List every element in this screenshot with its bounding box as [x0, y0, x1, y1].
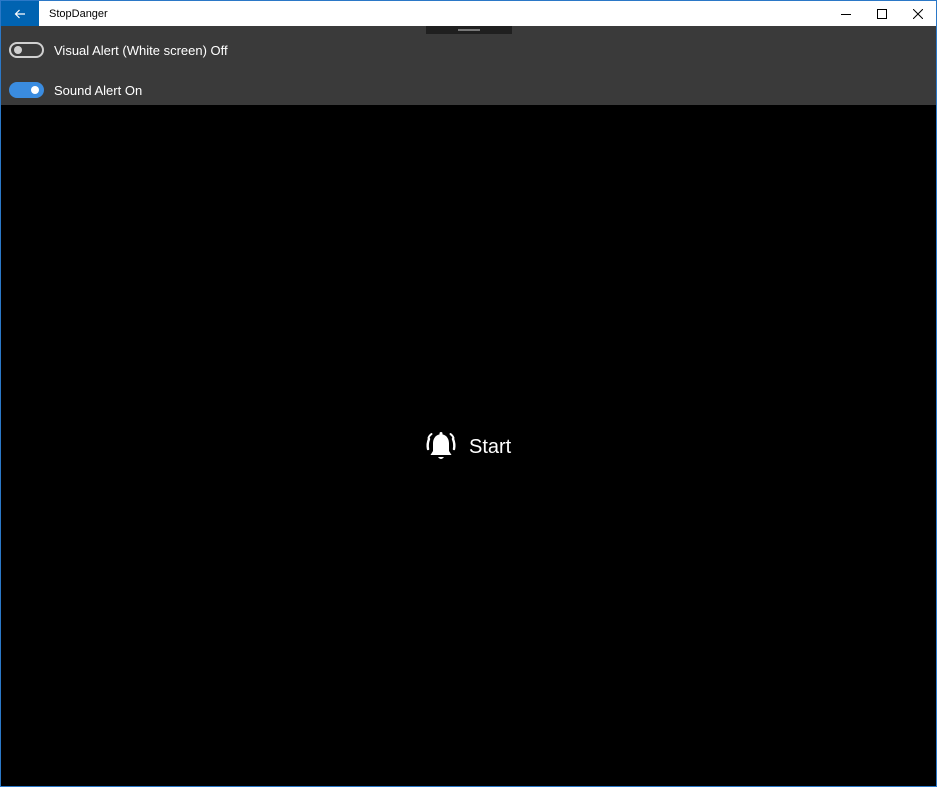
sound-alert-row: Sound Alert On	[9, 80, 142, 100]
back-arrow-icon	[14, 9, 25, 18]
minimize-button[interactable]	[828, 1, 864, 26]
close-icon	[913, 8, 923, 19]
visual-alert-toggle[interactable]	[9, 42, 44, 58]
start-label: Start	[469, 435, 512, 458]
maximize-icon	[877, 8, 887, 19]
close-button[interactable]	[900, 1, 936, 26]
panel-drag-handle[interactable]	[426, 26, 512, 34]
minimize-icon	[841, 13, 851, 15]
caption-buttons	[828, 1, 936, 26]
back-button[interactable]	[1, 1, 39, 26]
sound-alert-label: Sound Alert On	[54, 82, 143, 98]
start-button[interactable]: Start	[423, 429, 511, 465]
grip-line	[458, 29, 480, 31]
toggle-knob	[14, 46, 22, 54]
title-bar: StopDanger	[1, 1, 936, 26]
settings-panel: Visual Alert (White screen) Off Sound Al…	[1, 26, 936, 105]
window-title: StopDanger	[49, 7, 108, 20]
sound-alert-toggle[interactable]	[9, 82, 44, 98]
visual-alert-row: Visual Alert (White screen) Off	[9, 40, 228, 60]
maximize-button[interactable]	[864, 1, 900, 26]
visual-alert-label: Visual Alert (White screen) Off	[54, 42, 228, 58]
alarm-bell-icon	[426, 432, 456, 459]
toggle-knob	[31, 86, 39, 94]
app-window: StopDanger Visual Alert (White screen) O…	[0, 0, 937, 787]
